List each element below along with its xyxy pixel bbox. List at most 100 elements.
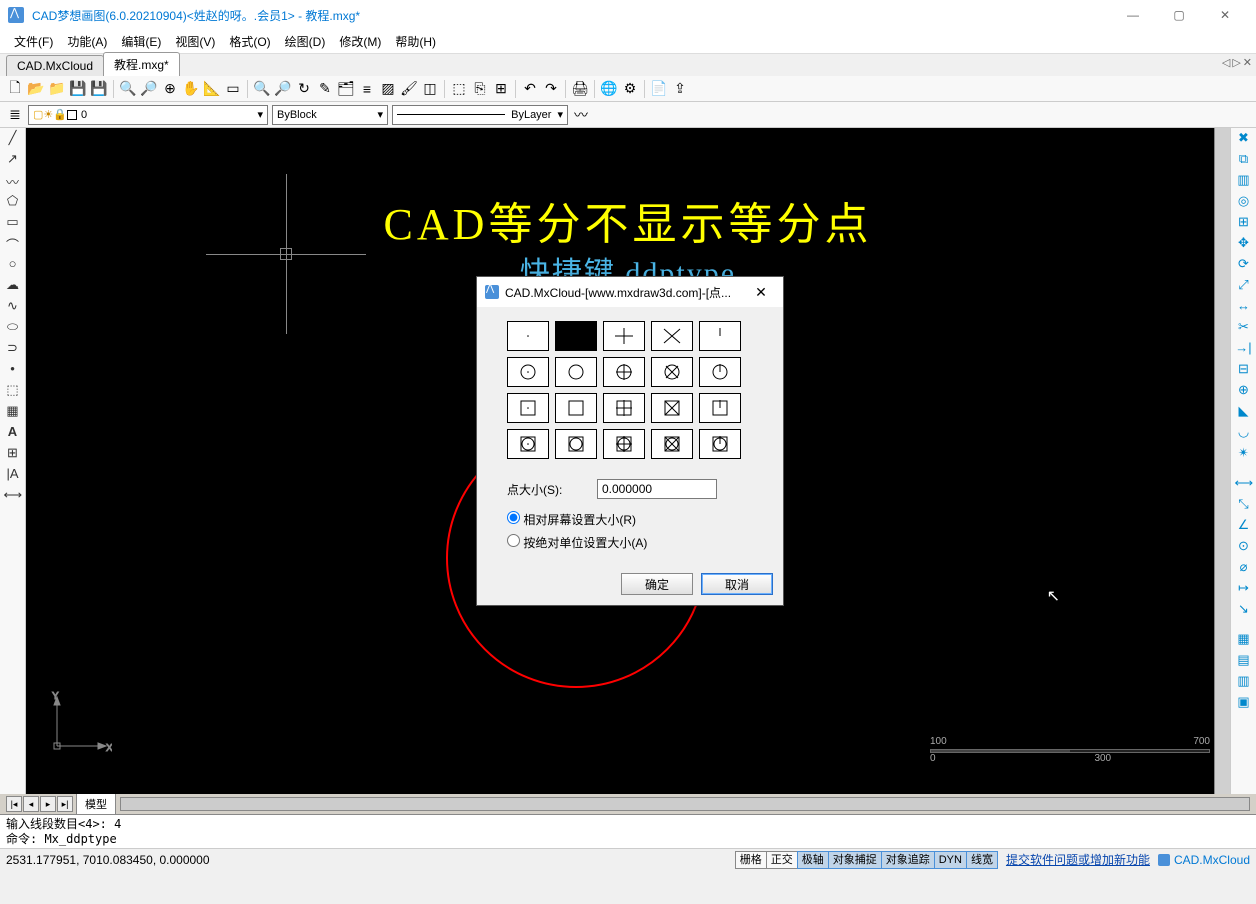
erase-icon[interactable]: ✖ xyxy=(1235,130,1253,148)
tab-document[interactable]: 教程.mxg* xyxy=(103,52,180,76)
saveas-icon[interactable]: 💾 xyxy=(90,80,108,98)
menu-draw[interactable]: 绘图(D) xyxy=(279,31,332,52)
layout-last-icon[interactable]: ▸| xyxy=(57,796,73,812)
menu-help[interactable]: 帮助(H) xyxy=(389,31,442,52)
radio-absolute[interactable]: 按绝对单位设置大小(A) xyxy=(507,536,647,550)
point-style-sq-circ-x[interactable] xyxy=(651,429,693,459)
pdf-icon[interactable]: 📄 xyxy=(650,80,668,98)
undo-icon[interactable]: ↶ xyxy=(521,80,539,98)
properties-icon[interactable]: 🗂 xyxy=(337,80,355,98)
polyline-icon[interactable]: 〰 xyxy=(4,172,22,190)
point-style-square-x[interactable] xyxy=(651,393,693,423)
revcloud-icon[interactable]: ☁ xyxy=(4,277,22,295)
break-icon[interactable]: ⊟ xyxy=(1235,361,1253,379)
layout-next-icon[interactable]: ▸ xyxy=(40,796,56,812)
layer-combo[interactable]: ▢☀🔒 0 ▾ xyxy=(28,105,268,125)
dim-radius-icon[interactable]: ⊙ xyxy=(1235,538,1253,556)
feedback-link[interactable]: 提交软件问题或增加新功能 xyxy=(1006,851,1150,868)
zoom-extents-icon[interactable]: ⊕ xyxy=(161,80,179,98)
tab-close-icon[interactable]: ✕ xyxy=(1243,56,1252,69)
save-icon[interactable]: 💾 xyxy=(69,80,87,98)
status-ortho[interactable]: 正交 xyxy=(766,851,798,869)
point-style-circle-dot[interactable] xyxy=(507,357,549,387)
array-icon[interactable]: ⊞ xyxy=(1235,214,1253,232)
close-button[interactable]: ✕ xyxy=(1202,0,1248,30)
measure-icon[interactable]: 📐 xyxy=(203,80,221,98)
point-style-square[interactable] xyxy=(555,393,597,423)
menu-modify[interactable]: 修改(M) xyxy=(333,31,387,52)
arc-icon[interactable]: ⌒ xyxy=(4,235,22,253)
table-icon[interactable]: ⊞ xyxy=(4,445,22,463)
brush-icon[interactable]: 🖌 xyxy=(400,80,418,98)
rotate-icon[interactable]: ⟳ xyxy=(1235,256,1253,274)
vertical-scrollbar[interactable] xyxy=(1214,128,1230,794)
export-icon[interactable]: ⇪ xyxy=(671,80,689,98)
dimension-icon[interactable]: ⟷ xyxy=(4,487,22,505)
lineweight-icon[interactable]: 〰 xyxy=(572,106,590,124)
palette4-icon[interactable]: ▣ xyxy=(1235,694,1253,712)
palette1-icon[interactable]: ▦ xyxy=(1235,631,1253,649)
menu-edit[interactable]: 编辑(E) xyxy=(115,31,167,52)
minimize-button[interactable]: — xyxy=(1110,0,1156,30)
copy-icon[interactable]: ⧉ xyxy=(1235,151,1253,169)
polygon-icon[interactable]: ⬠ xyxy=(4,193,22,211)
block-icon[interactable]: ⬚ xyxy=(4,382,22,400)
point-style-dot[interactable] xyxy=(507,321,549,351)
radio-relative[interactable]: 相对屏幕设置大小(R) xyxy=(507,513,636,527)
scale-icon[interactable]: ⤢ xyxy=(1235,277,1253,295)
ellipse-icon[interactable]: ⬭ xyxy=(4,319,22,337)
redo-icon[interactable]: ↷ xyxy=(542,80,560,98)
cancel-button[interactable]: 取消 xyxy=(701,573,773,595)
offset-icon[interactable]: ◎ xyxy=(1235,193,1253,211)
pan-icon[interactable]: ✋ xyxy=(182,80,200,98)
move-icon[interactable]: ✥ xyxy=(1235,235,1253,253)
point-style-circle-plus[interactable] xyxy=(603,357,645,387)
new-icon[interactable]: 🗋 xyxy=(6,80,24,98)
block-icon[interactable]: ⬚ xyxy=(450,80,468,98)
point-style-plus[interactable] xyxy=(603,321,645,351)
point-style-tick[interactable] xyxy=(699,321,741,351)
web-icon[interactable]: 🌐 xyxy=(600,80,618,98)
point-style-circle[interactable] xyxy=(555,357,597,387)
status-polar[interactable]: 极轴 xyxy=(797,851,829,869)
menu-file[interactable]: 文件(F) xyxy=(8,31,59,52)
layer-manager-icon[interactable]: ≣ xyxy=(6,106,24,124)
zoom-prev-icon[interactable]: 🔍 xyxy=(253,80,271,98)
menu-format[interactable]: 格式(O) xyxy=(223,31,276,52)
text-icon[interactable]: A xyxy=(4,424,22,442)
spline-icon[interactable]: ∿ xyxy=(4,298,22,316)
stretch-icon[interactable]: ↔ xyxy=(1235,298,1253,316)
join-icon[interactable]: ⊕ xyxy=(1235,382,1253,400)
zoom-in-icon[interactable]: 🔎 xyxy=(140,80,158,98)
zoom-realtime-icon[interactable]: 🔎 xyxy=(274,80,292,98)
open-icon[interactable]: 📂 xyxy=(27,80,45,98)
insert-icon[interactable]: ⎘ xyxy=(471,80,489,98)
point-style-circle-x[interactable] xyxy=(651,357,693,387)
hatch-icon[interactable]: ▨ xyxy=(379,80,397,98)
maximize-button[interactable]: ▢ xyxy=(1156,0,1202,30)
point-style-square-dot[interactable] xyxy=(507,393,549,423)
fillet-icon[interactable]: ◡ xyxy=(1235,424,1253,442)
dim-continue-icon[interactable]: ↦ xyxy=(1235,580,1253,598)
dim-linear-icon[interactable]: ⟷ xyxy=(1235,475,1253,493)
dim-diameter-icon[interactable]: ⌀ xyxy=(1235,559,1253,577)
ellipse-arc-icon[interactable]: ⊃ xyxy=(4,340,22,358)
chamfer-icon[interactable]: ◣ xyxy=(1235,403,1253,421)
layers-icon[interactable]: ≡ xyxy=(358,80,376,98)
palette3-icon[interactable]: ▥ xyxy=(1235,673,1253,691)
dim-angular-icon[interactable]: ∠ xyxy=(1235,517,1253,535)
status-lineweight[interactable]: 线宽 xyxy=(966,851,998,869)
point-style-none[interactable] xyxy=(555,321,597,351)
linetype-combo[interactable]: ByLayer ▾ xyxy=(392,105,568,125)
menu-function[interactable]: 功能(A) xyxy=(61,31,113,52)
point-style-circle-tick[interactable] xyxy=(699,357,741,387)
settings-icon[interactable]: ⚙ xyxy=(621,80,639,98)
zoom-window-icon[interactable]: 🔍 xyxy=(119,80,137,98)
leader-icon[interactable]: ↘ xyxy=(1235,601,1253,619)
tab-next-icon[interactable]: ▷ xyxy=(1232,56,1240,69)
point-icon[interactable]: • xyxy=(4,361,22,379)
dim-aligned-icon[interactable]: ⤡ xyxy=(1235,496,1253,514)
point-style-sq-circ-tick[interactable] xyxy=(699,429,741,459)
point-size-input[interactable] xyxy=(597,479,717,499)
point-style-x[interactable] xyxy=(651,321,693,351)
